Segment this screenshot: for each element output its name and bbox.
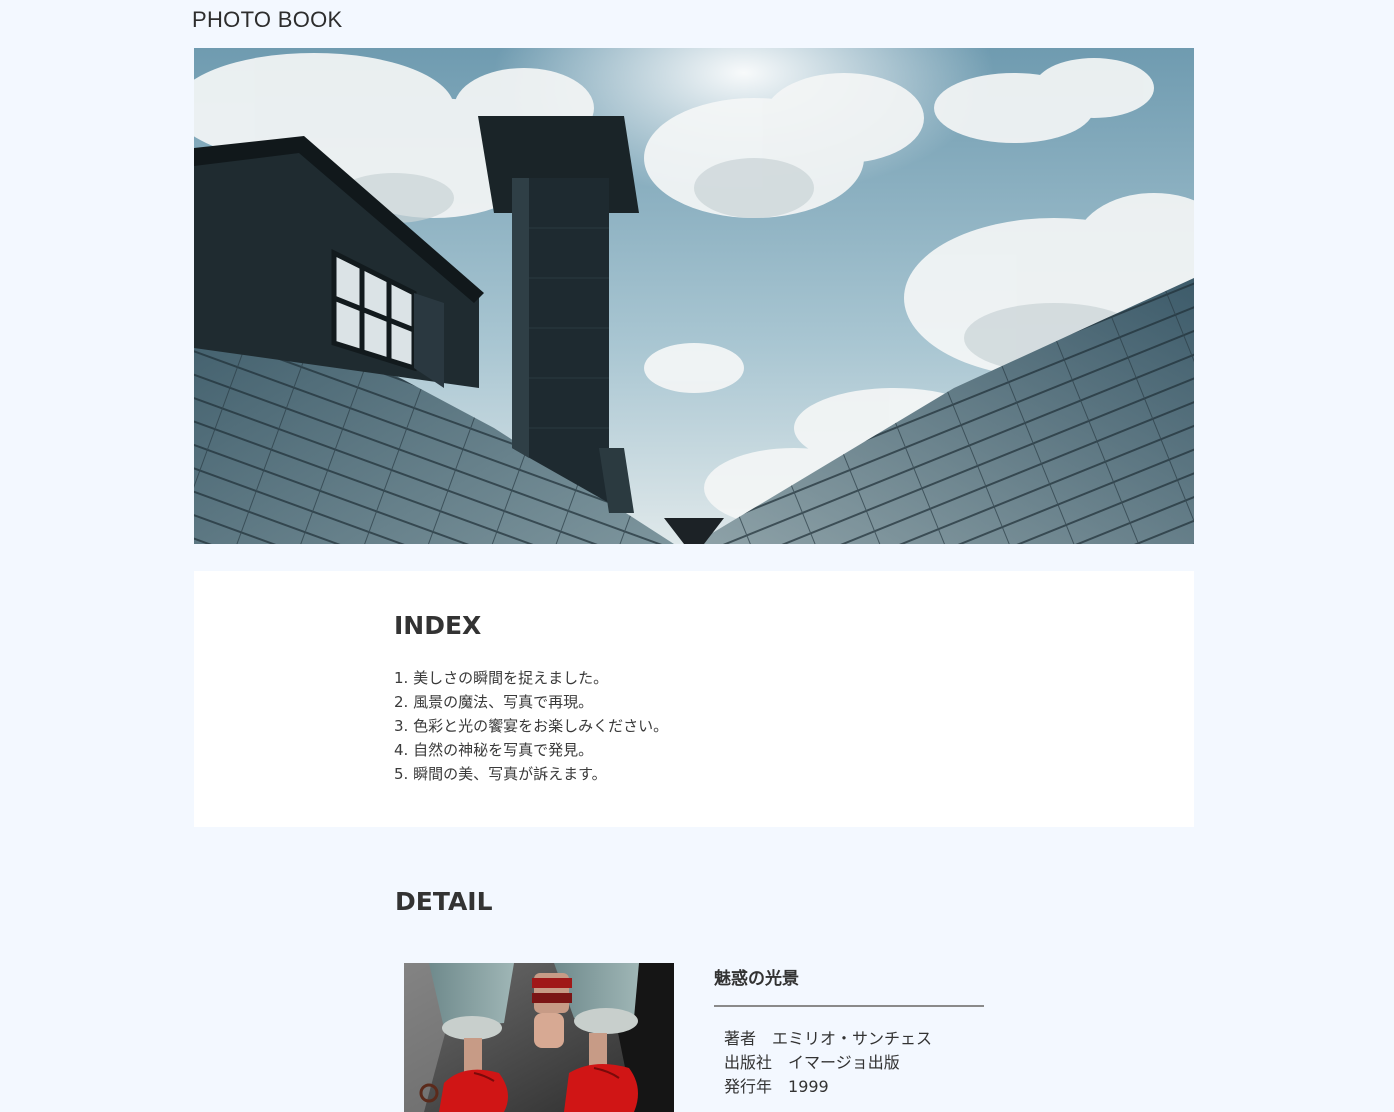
- index-item[interactable]: 1. 美しさの瞬間を捉えました。: [394, 666, 668, 690]
- rooftop-chimney-sky-photo: [194, 48, 1194, 544]
- book-meta-publisher: 出版社 イマージョ出版: [724, 1051, 932, 1075]
- index-item[interactable]: 4. 自然の神秘を写真で発見。: [394, 738, 668, 762]
- index-item[interactable]: 2. 風景の魔法、写真で再現。: [394, 690, 668, 714]
- index-list: 1. 美しさの瞬間を捉えました。 2. 風景の魔法、写真で再現。 3. 色彩と光…: [394, 666, 668, 786]
- index-panel: INDEX 1. 美しさの瞬間を捉えました。 2. 風景の魔法、写真で再現。 3…: [194, 571, 1194, 827]
- book-title: 魅惑の光景: [714, 969, 799, 989]
- book-meta-year: 発行年 1999: [724, 1075, 932, 1099]
- index-item[interactable]: 5. 瞬間の美、写真が訴えます。: [394, 762, 668, 786]
- meta-key: 発行年: [724, 1077, 773, 1096]
- red-shoes-photo: [404, 963, 674, 1112]
- meta-value: エミリオ・サンチェス: [772, 1029, 933, 1048]
- book-title-divider: [714, 1005, 984, 1007]
- detail-heading: DETAIL: [395, 887, 493, 916]
- book-meta-list: 著者 エミリオ・サンチェス 出版社 イマージョ出版 発行年 1999: [724, 1027, 932, 1099]
- index-item[interactable]: 3. 色彩と光の饗宴をお楽しみください。: [394, 714, 668, 738]
- meta-value: 1999: [788, 1077, 829, 1096]
- meta-value: イマージョ出版: [788, 1053, 900, 1072]
- index-heading: INDEX: [394, 611, 482, 640]
- book-meta-author: 著者 エミリオ・サンチェス: [724, 1027, 932, 1051]
- hero-image: [194, 48, 1194, 544]
- detail-photo: [404, 963, 674, 1112]
- site-title[interactable]: PHOTO BOOK: [192, 7, 343, 33]
- meta-key: 出版社: [724, 1053, 773, 1072]
- meta-key: 著者: [724, 1029, 757, 1048]
